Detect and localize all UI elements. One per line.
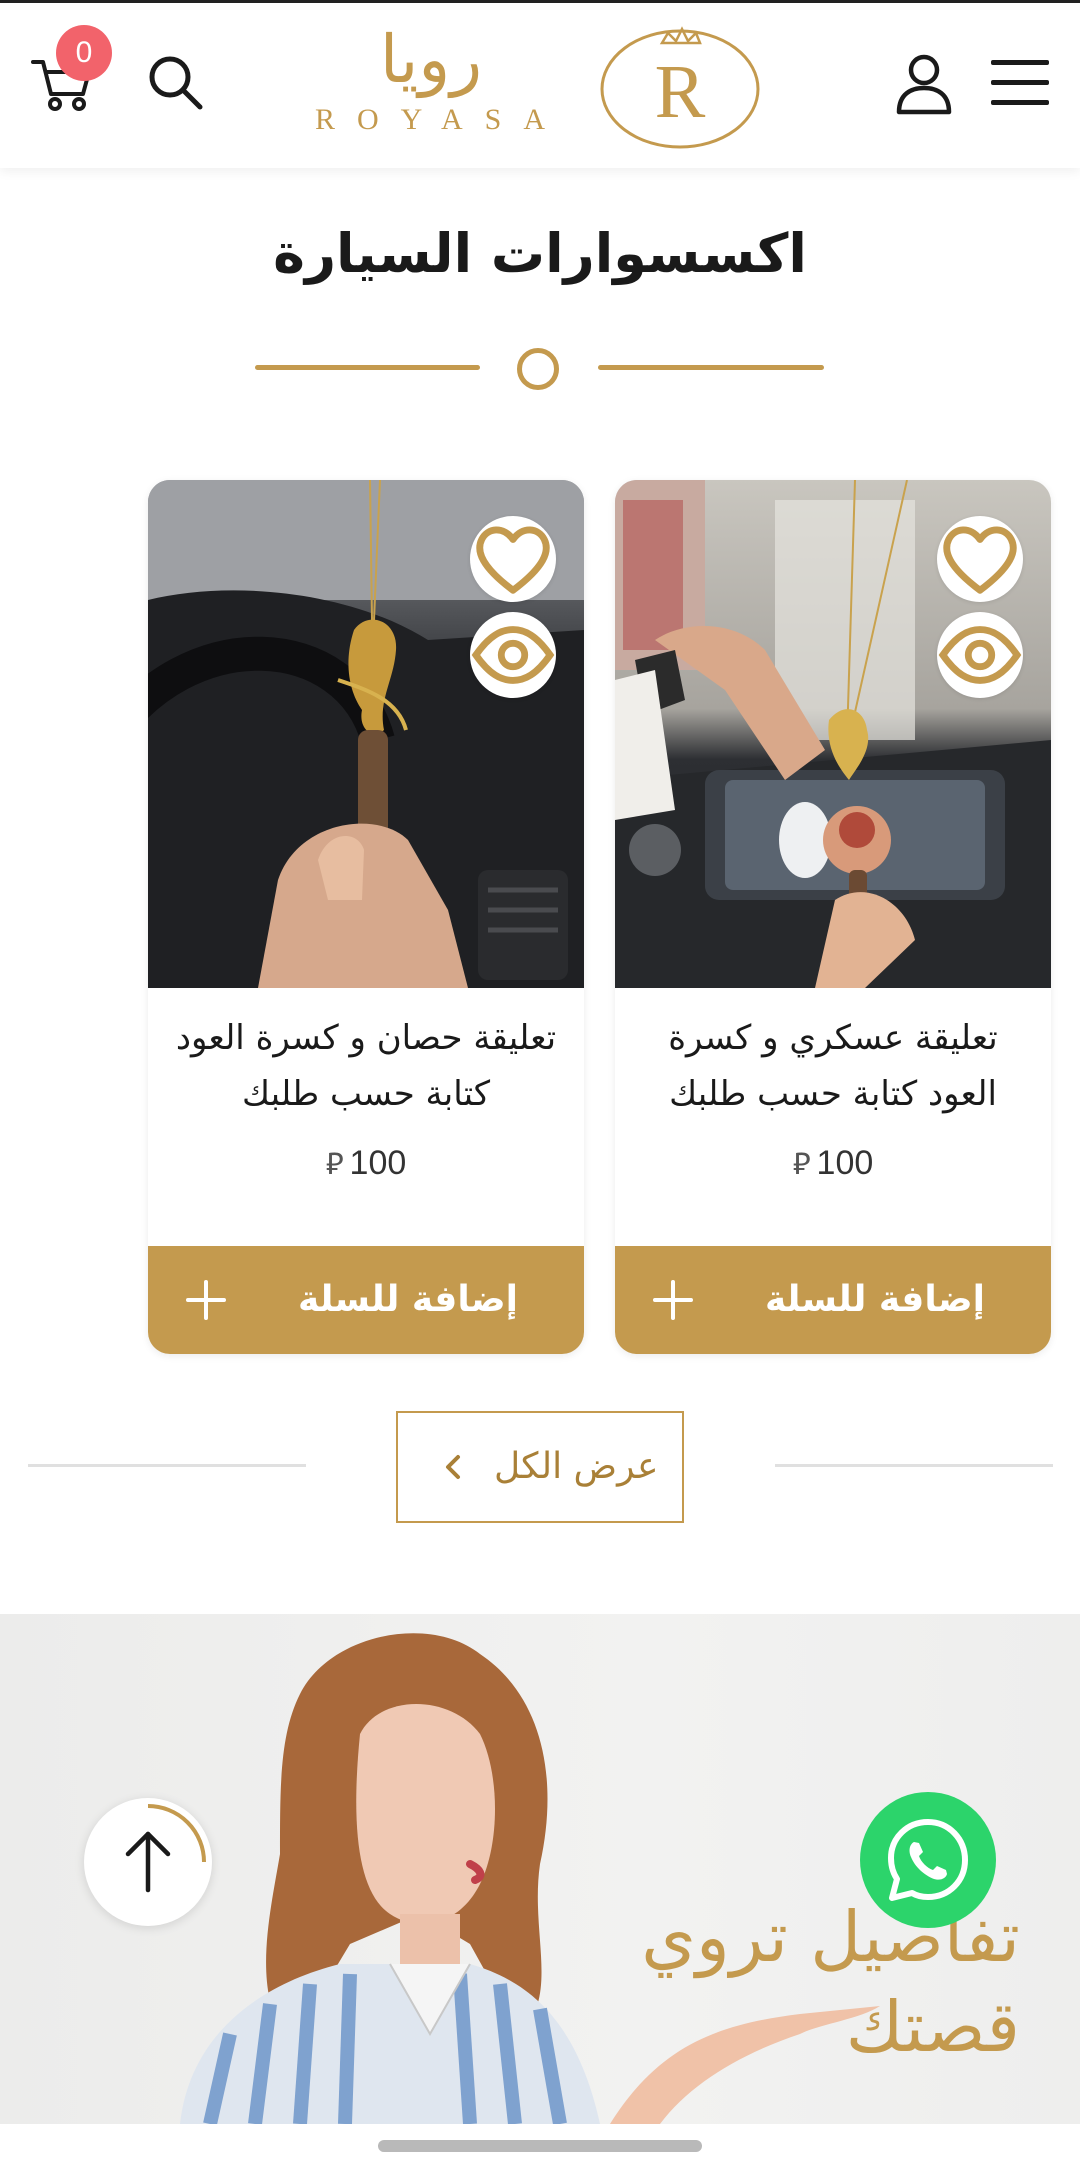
user-icon (896, 54, 952, 115)
product-title[interactable]: تعليقة حصان و كسرة العود كتابة حسب طلبك (168, 1010, 564, 1122)
eye-icon (471, 626, 555, 684)
quick-view-button[interactable] (937, 612, 1023, 698)
whatsapp-button[interactable] (860, 1792, 996, 1928)
title-divider (255, 344, 825, 394)
product-image[interactable] (615, 480, 1051, 988)
currency-symbol: ⃁ (325, 1148, 344, 1181)
quick-view-button[interactable] (470, 612, 556, 698)
account-button[interactable] (884, 43, 964, 123)
site-header: 0 رويا ROYASA R (0, 3, 1080, 168)
add-to-cart-button[interactable]: إضافة للسلة (148, 1246, 584, 1354)
divider-line (28, 1464, 306, 1467)
logo-latin-text: ROYASA (314, 103, 568, 136)
add-to-cart-label: إضافة للسلة (298, 1279, 518, 1320)
logo-mark-letter: R (655, 50, 706, 134)
view-all-button[interactable]: عرض الكل (396, 1411, 684, 1523)
price-value: 100 (816, 1144, 874, 1182)
logo-arabic-text: رويا (379, 21, 483, 98)
home-indicator[interactable] (378, 2140, 702, 2152)
plus-icon (186, 1280, 226, 1320)
price-value: 100 (349, 1144, 407, 1182)
cart-count-badge: 0 (56, 25, 112, 81)
section-title: اكسسوارات السيارة (273, 222, 807, 285)
menu-button[interactable] (980, 43, 1060, 123)
search-button[interactable] (138, 45, 214, 121)
logo-mark-icon: R (600, 26, 760, 149)
add-to-cart-label: إضافة للسلة (765, 1279, 985, 1320)
product-price: ⃁ 100 (615, 1144, 1051, 1183)
plus-icon (653, 1280, 693, 1320)
scroll-to-top-button[interactable] (84, 1798, 212, 1926)
product-card[interactable]: تعليقة عسكري و كسرة العود كتابة حسب طلبك… (615, 480, 1051, 1354)
view-all-label: عرض الكل (494, 1446, 659, 1487)
add-to-cart-button[interactable]: إضافة للسلة (615, 1246, 1051, 1354)
product-card[interactable]: تعليقة حصان و كسرة العود كتابة حسب طلبك … (148, 480, 584, 1354)
whatsapp-icon (888, 1819, 968, 1901)
divider-line (775, 1464, 1053, 1467)
eye-icon (938, 626, 1022, 684)
site-logo[interactable]: رويا ROYASA R (288, 15, 768, 155)
product-image[interactable] (148, 480, 584, 988)
chevron-left-icon (446, 1455, 460, 1479)
currency-symbol: ⃁ (792, 1148, 811, 1181)
menu-icon (991, 60, 1049, 105)
search-icon (149, 56, 203, 110)
product-title[interactable]: تعليقة عسكري و كسرة العود كتابة حسب طلبك (635, 1010, 1031, 1122)
product-price: ⃁ 100 (148, 1144, 584, 1183)
arrow-up-icon (125, 1804, 206, 1893)
